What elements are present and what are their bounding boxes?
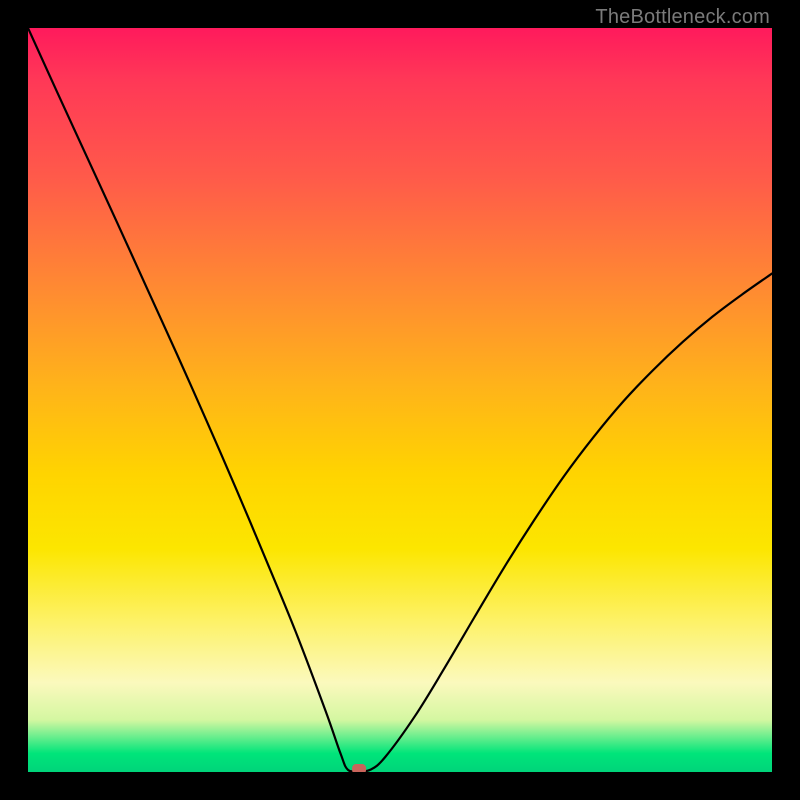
valley-marker — [352, 764, 366, 772]
watermark-text: TheBottleneck.com — [595, 6, 770, 29]
bottleneck-curve — [28, 28, 772, 772]
curve-path — [28, 28, 772, 771]
plot-area — [28, 28, 772, 772]
chart-frame: TheBottleneck.com — [0, 0, 800, 800]
